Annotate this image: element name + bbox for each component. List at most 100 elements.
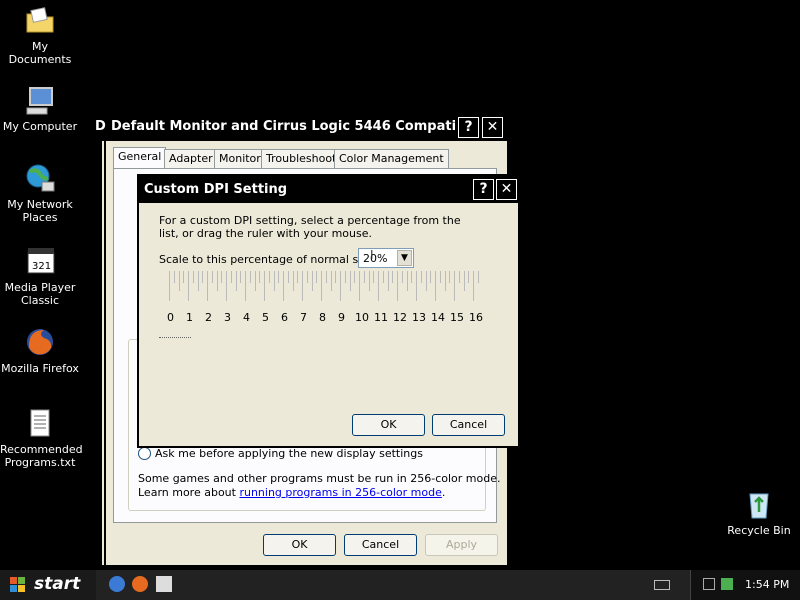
ruler-tick xyxy=(297,271,298,283)
ruler-tick xyxy=(207,271,208,301)
ok-button[interactable]: OK xyxy=(263,534,336,556)
help-button[interactable]: ? xyxy=(458,117,479,138)
learn-more-link[interactable]: running programs in 256-color mode xyxy=(239,486,441,499)
ruler-tick xyxy=(478,271,479,283)
ruler-number: 13 xyxy=(412,311,426,324)
dialog-title: Custom DPI Setting xyxy=(144,182,288,197)
ruler-tick xyxy=(345,271,346,283)
volume-tray-icon[interactable] xyxy=(721,578,733,590)
close-button[interactable]: ✕ xyxy=(482,117,503,138)
ruler-tick xyxy=(468,271,469,283)
quicklaunch-media-player-icon[interactable] xyxy=(156,576,172,592)
chevron-down-icon[interactable]: ▼ xyxy=(397,250,412,266)
ruler-tick xyxy=(435,271,436,301)
ruler-tick xyxy=(259,271,260,283)
clock[interactable]: 1:54 PM xyxy=(745,578,789,591)
window-title: Default Monitor and Cirrus Logic 5446 Co… xyxy=(111,119,456,134)
ruler-tick xyxy=(174,271,175,283)
ruler-number: 14 xyxy=(431,311,445,324)
ruler-tick xyxy=(198,271,199,291)
quicklaunch-firefox-icon[interactable] xyxy=(132,576,148,592)
ruler-number: 16 xyxy=(469,311,483,324)
close-button[interactable]: ✕ xyxy=(496,179,517,200)
ruler-number: 10 xyxy=(355,311,369,324)
ruler-tick xyxy=(240,271,241,283)
desktop-icon-firefox[interactable]: Mozilla Firefox xyxy=(0,326,80,375)
info-text: Some games and other programs must be ru… xyxy=(138,472,501,485)
display-properties-titlebar[interactable]: D Default Monitor and Cirrus Logic 5446 … xyxy=(89,113,507,141)
dpi-description: For a custom DPI setting, select a perce… xyxy=(159,214,461,240)
ruler-number: 0 xyxy=(167,311,174,324)
ok-button[interactable]: OK xyxy=(352,414,425,436)
tab-general[interactable]: General xyxy=(113,147,167,169)
ruler-tick xyxy=(421,271,422,283)
desktop-icon-network-places[interactable]: My Network Places xyxy=(0,162,80,224)
ruler-tick xyxy=(350,271,351,291)
network-tray-icon[interactable] xyxy=(703,578,715,590)
cancel-button[interactable]: Cancel xyxy=(344,534,417,556)
scale-combobox[interactable]: 20% I ▼ xyxy=(358,248,414,268)
dpi-separator xyxy=(159,337,191,339)
ruler-tick xyxy=(231,271,232,283)
ruler-tick xyxy=(212,271,213,283)
ruler-tick xyxy=(449,271,450,283)
desktop-icon-label: Media Player Classic xyxy=(4,281,76,307)
ruler-tick xyxy=(359,271,360,301)
ruler-tick xyxy=(464,271,465,291)
ask-me-radio[interactable] xyxy=(138,447,151,460)
system-tray: 1:54 PM xyxy=(690,570,800,600)
ruler-number: 1 xyxy=(186,311,193,324)
desktop-icon-recycle-bin[interactable]: Recycle Bin xyxy=(719,488,799,537)
ruler-tick xyxy=(245,271,246,301)
windows-logo-icon xyxy=(10,577,26,593)
desktop-icon-label: Mozilla Firefox xyxy=(1,362,79,375)
desktop-icon-media-player[interactable]: 321 Media Player Classic xyxy=(0,245,80,307)
ruler-tick xyxy=(335,271,336,283)
start-button[interactable]: start xyxy=(0,570,96,600)
ruler-tick xyxy=(250,271,251,283)
ruler-tick xyxy=(454,271,455,301)
desktop-icon-my-computer[interactable]: My Computer xyxy=(0,84,80,133)
scale-label: Scale to this percentage of normal size: xyxy=(159,253,378,266)
ruler-tick xyxy=(226,271,227,301)
ruler-tick xyxy=(407,271,408,291)
ruler-tick xyxy=(264,271,265,301)
tab-adapter[interactable]: Adapter xyxy=(164,149,218,168)
ruler-tick xyxy=(307,271,308,283)
window-title-prefix: D xyxy=(95,119,106,134)
ruler-tick xyxy=(383,271,384,283)
ruler-tick xyxy=(278,271,279,283)
ruler-number: 3 xyxy=(224,311,231,324)
ruler-number: 8 xyxy=(319,311,326,324)
window-left-edge xyxy=(89,141,102,565)
ruler-tick xyxy=(440,271,441,283)
ruler-tick xyxy=(193,271,194,283)
ruler-tick xyxy=(302,271,303,301)
dpi-ruler[interactable]: 0 1 2 3 4 5 6 7 8 9 10 11 12 13 14 15 16 xyxy=(164,271,484,325)
tab-strip: General Adapter Monitor Troubleshoot Col… xyxy=(113,147,503,169)
help-button[interactable]: ? xyxy=(473,179,494,200)
scale-value: 20% xyxy=(363,252,388,265)
cancel-button[interactable]: Cancel xyxy=(432,414,505,436)
desktop-icon-my-documents[interactable]: My Documents xyxy=(0,4,80,66)
quicklaunch-show-desktop-icon[interactable] xyxy=(109,576,125,592)
ruler-tick xyxy=(288,271,289,283)
ruler-tick xyxy=(316,271,317,283)
ruler-tick xyxy=(340,271,341,301)
ruler-tick xyxy=(373,271,374,283)
desktop-icon-label: Recycle Bin xyxy=(727,524,791,537)
tab-troubleshoot[interactable]: Troubleshoot xyxy=(261,149,342,168)
ruler-tick xyxy=(312,271,313,291)
keyboard-icon[interactable] xyxy=(654,580,670,590)
desktop-icon-recommended-programs[interactable]: Recommended Programs.txt xyxy=(0,407,83,469)
ruler-tick xyxy=(430,271,431,283)
recycle-bin-icon xyxy=(743,488,775,520)
tab-monitor[interactable]: Monitor xyxy=(214,149,266,168)
ruler-number: 2 xyxy=(205,311,212,324)
ruler-tick xyxy=(402,271,403,283)
taskbar: start 1:54 PM xyxy=(0,570,800,600)
custom-dpi-titlebar[interactable]: Custom DPI Setting ? ✕ xyxy=(139,176,518,203)
apply-button[interactable]: Apply xyxy=(425,534,498,556)
tab-color-management[interactable]: Color Management xyxy=(334,149,449,168)
svg-text:321: 321 xyxy=(32,261,51,272)
